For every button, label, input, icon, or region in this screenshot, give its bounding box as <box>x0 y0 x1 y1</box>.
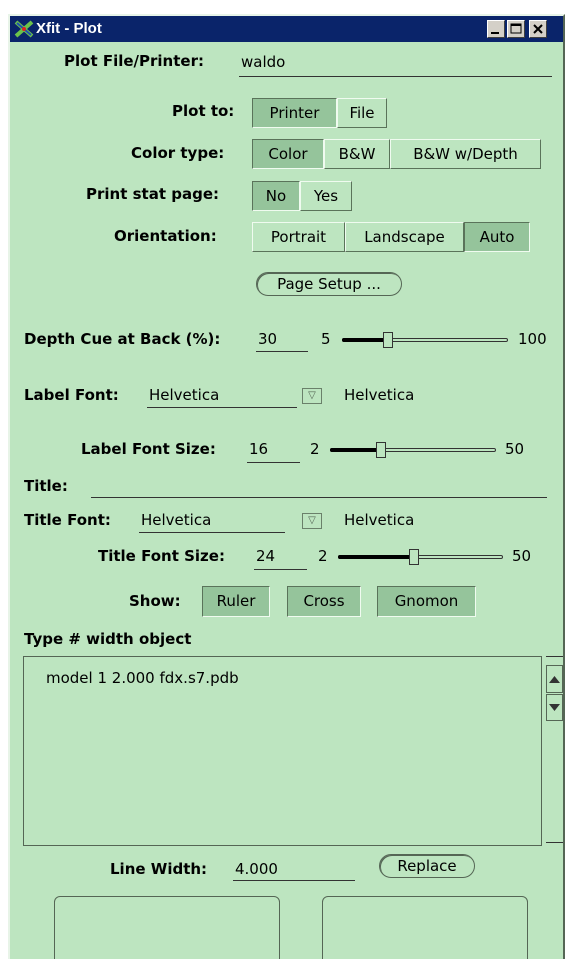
title-font-underline <box>139 532 285 533</box>
title-font-size-label: Title Font Size: <box>98 547 225 565</box>
color-type-color-button[interactable]: Color <box>252 139 324 169</box>
title-font-dropdown-button[interactable]: ▽ <box>302 513 322 529</box>
list-item[interactable]: model 1 2.000 fdx.s7.pdb <box>46 669 239 687</box>
maximize-icon <box>510 23 522 34</box>
minimize-icon <box>491 32 499 34</box>
title-font-size-min: 2 <box>318 547 328 565</box>
title-underline <box>91 497 547 498</box>
color-type-bw-button[interactable]: B&W <box>324 139 390 169</box>
replace-button[interactable]: Replace <box>379 854 475 878</box>
title-font-input[interactable]: Helvetica <box>141 511 211 529</box>
label-font-underline <box>147 407 297 408</box>
label-font-display: Helvetica <box>344 386 415 404</box>
close-icon <box>533 24 543 34</box>
label-font-size-min: 2 <box>310 440 320 458</box>
stat-page-yes-button[interactable]: Yes <box>300 181 352 211</box>
depth-cue-slider-fill <box>342 338 385 342</box>
lower-right-panel <box>322 896 528 959</box>
title-font-size-max: 50 <box>512 547 532 565</box>
depth-cue-slider[interactable] <box>342 330 508 350</box>
label-font-size-slider-fill <box>330 448 378 452</box>
depth-cue-slider-thumb[interactable] <box>383 332 393 348</box>
label-font-size-max: 50 <box>505 440 525 458</box>
orientation-auto-button[interactable]: Auto <box>464 222 530 252</box>
show-cross-toggle[interactable]: Cross <box>287 586 361 617</box>
maximize-button[interactable] <box>507 20 525 38</box>
title-font-size-slider-fill <box>338 555 411 559</box>
label-font-input[interactable]: Helvetica <box>149 386 219 404</box>
objects-scrollbar[interactable] <box>546 656 563 846</box>
label-font-size-slider[interactable] <box>330 440 496 460</box>
plot-file-input[interactable]: waldo <box>241 53 285 71</box>
line-width-input[interactable]: 4.000 <box>235 860 278 878</box>
title-font-size-underline <box>254 569 307 570</box>
depth-cue-underline <box>256 351 308 352</box>
plot-file-underline <box>239 76 552 77</box>
objects-header: Type # width object <box>24 630 192 648</box>
plot-to-label: Plot to: <box>172 102 235 120</box>
title-font-display: Helvetica <box>344 511 415 529</box>
orientation-portrait-button[interactable]: Portrait <box>252 222 345 252</box>
plot-to-printer-button[interactable]: Printer <box>252 98 337 128</box>
show-ruler-toggle[interactable]: Ruler <box>202 586 270 617</box>
title-font-size-slider-thumb[interactable] <box>409 549 419 565</box>
line-width-underline <box>233 880 355 881</box>
color-type-label: Color type: <box>131 144 225 162</box>
label-font-size-label: Label Font Size: <box>81 440 216 458</box>
label-font-size-input[interactable]: 16 <box>249 440 268 458</box>
label-font-size-slider-thumb[interactable] <box>376 442 386 458</box>
chevron-down-icon: ▽ <box>308 515 316 526</box>
plot-to-file-button[interactable]: File <box>337 98 387 128</box>
page-setup-button[interactable]: Page Setup ... <box>256 272 402 296</box>
color-type-bw-depth-button[interactable]: B&W w/Depth <box>390 139 541 169</box>
depth-cue-max: 100 <box>518 330 547 348</box>
label-font-size-underline <box>247 462 300 463</box>
depth-cue-input[interactable]: 30 <box>258 330 277 348</box>
scroll-down-button[interactable] <box>546 694 563 721</box>
title-label: Title: <box>24 477 68 495</box>
title-font-size-slider[interactable] <box>338 547 503 567</box>
stat-page-label: Print stat page: <box>86 185 219 203</box>
title-font-label: Title Font: <box>24 511 111 529</box>
label-font-label: Label Font: <box>24 386 119 404</box>
depth-cue-min: 5 <box>321 330 331 348</box>
title-font-size-input[interactable]: 24 <box>256 547 275 565</box>
show-gnomon-toggle[interactable]: Gnomon <box>377 586 476 617</box>
minimize-button[interactable] <box>487 20 505 38</box>
label-font-dropdown-button[interactable]: ▽ <box>302 388 322 404</box>
show-label: Show: <box>129 592 181 610</box>
stat-page-no-button[interactable]: No <box>252 181 300 211</box>
plot-file-label: Plot File/Printer: <box>64 52 204 70</box>
orientation-landscape-button[interactable]: Landscape <box>345 222 464 252</box>
scroll-up-button[interactable] <box>546 665 563 693</box>
lower-left-panel <box>54 896 280 959</box>
arrow-up-icon <box>549 676 560 683</box>
close-button[interactable] <box>529 20 547 38</box>
line-width-label: Line Width: <box>110 860 208 878</box>
title-bar[interactable]: Xfit - Plot <box>10 16 563 42</box>
window-title: Xfit - Plot <box>36 20 102 37</box>
xfit-app-icon <box>14 20 34 38</box>
depth-cue-label: Depth Cue at Back (%): <box>24 330 221 348</box>
objects-list[interactable]: model 1 2.000 fdx.s7.pdb <box>23 656 542 846</box>
orientation-label: Orientation: <box>114 227 217 245</box>
arrow-down-icon <box>549 704 560 711</box>
chevron-down-icon: ▽ <box>308 390 316 401</box>
plot-window: Xfit - Plot Plot File/Printer: waldo Plo… <box>8 14 565 959</box>
